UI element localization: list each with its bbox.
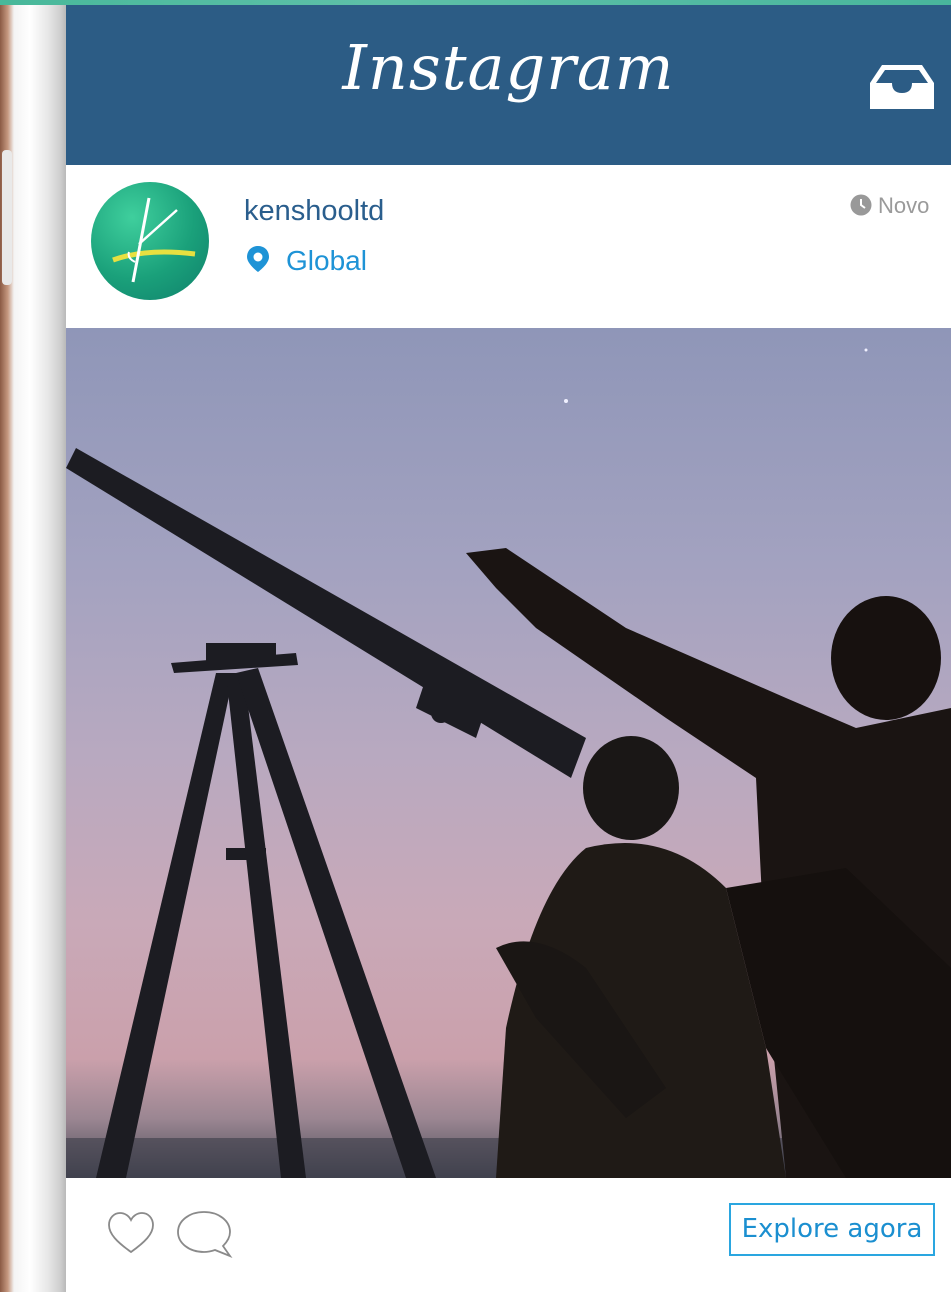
telescope-silhouette-photo — [66, 348, 951, 1178]
avatar[interactable] — [91, 182, 209, 300]
post-username[interactable]: kenshooltd — [244, 195, 384, 228]
comment-icon[interactable] — [174, 1208, 234, 1260]
time-label: Novo — [878, 193, 930, 218]
phone-frame — [0, 0, 66, 1292]
clock-icon — [850, 194, 872, 216]
location-label: Global — [286, 245, 367, 276]
phone-side-button — [2, 150, 12, 285]
post-photo[interactable] — [66, 328, 951, 1178]
explore-button[interactable]: Explore agora — [729, 1203, 935, 1256]
inbox-icon[interactable] — [866, 61, 938, 113]
heart-icon[interactable] — [106, 1210, 156, 1256]
post-header: kenshooltd Global Novo — [66, 165, 951, 328]
location-pin-icon — [247, 246, 269, 272]
post-location[interactable]: Global — [244, 245, 367, 277]
post-timestamp: Novo — [850, 193, 929, 219]
app-logo: Instagram — [342, 31, 675, 104]
post-actions: Explore agora — [66, 1178, 951, 1292]
app-header: Instagram — [66, 5, 951, 165]
